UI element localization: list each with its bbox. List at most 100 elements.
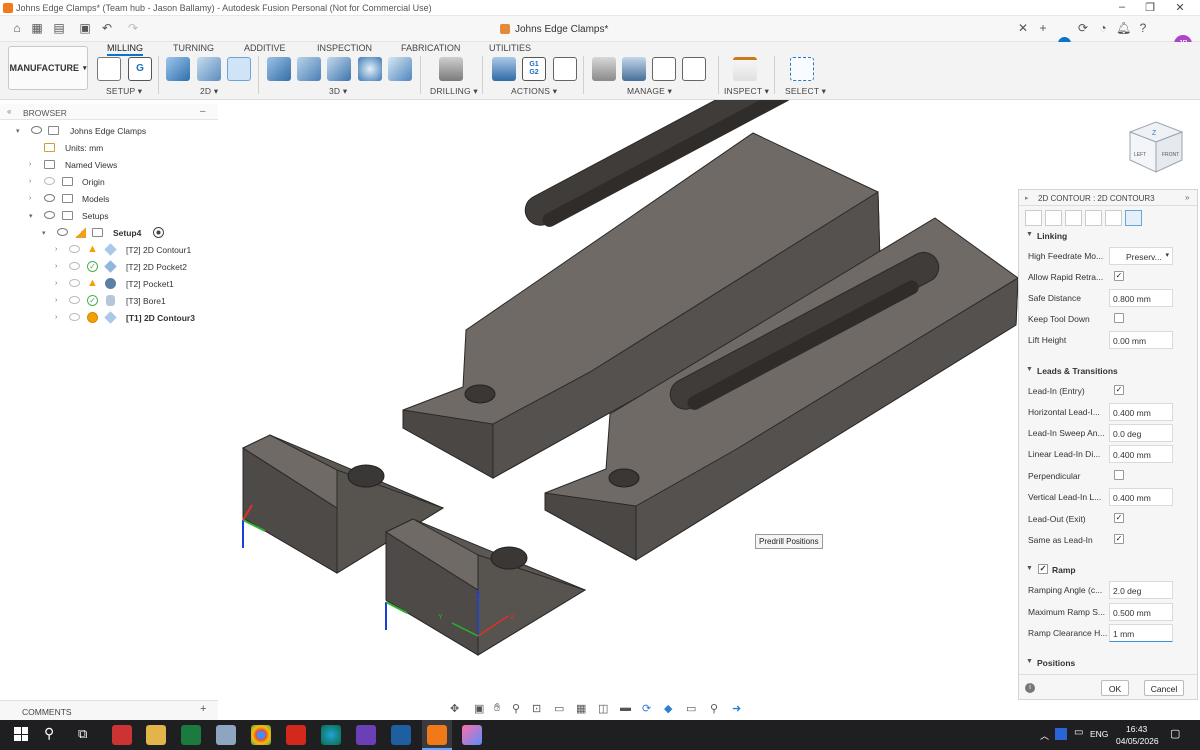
browser-units[interactable]: Units: mm xyxy=(0,140,218,157)
pan-icon[interactable]: ✋︎ xyxy=(494,702,500,715)
expand-arrow-icon[interactable]: ▾ xyxy=(16,127,20,135)
toolpath-display-icon[interactable]: ⟳ xyxy=(642,702,651,715)
visibility-eye-icon[interactable] xyxy=(69,262,80,270)
cancel-button[interactable]: Cancel xyxy=(1144,680,1184,696)
simulate-icon[interactable] xyxy=(492,57,516,81)
vertical-lead-input[interactable]: 0.400 mm xyxy=(1109,488,1173,506)
notifications-icon[interactable]: 🔔︎ xyxy=(1116,21,1131,35)
app-icon[interactable] xyxy=(356,725,376,745)
keep-tool-down-checkbox[interactable] xyxy=(1114,313,1124,323)
drill-icon[interactable] xyxy=(439,57,463,81)
ramp-clearance-input[interactable]: 1 mm xyxy=(1109,624,1173,642)
network-icon[interactable]: ▭ xyxy=(1074,727,1083,738)
setup-sheet-icon[interactable] xyxy=(553,57,577,81)
3d-contour-icon[interactable] xyxy=(388,57,412,81)
sweep-angle-input[interactable]: 0.0 deg xyxy=(1109,424,1173,442)
section-positions[interactable]: ▼ Positions xyxy=(1019,653,1199,673)
group-3d[interactable]: 3D ▾ xyxy=(329,86,347,97)
task-view-icon[interactable]: ⧉ xyxy=(78,726,87,742)
group-setup[interactable]: SETUP ▾ xyxy=(106,86,142,97)
expand-arrow-icon[interactable]: › xyxy=(55,280,57,287)
spreadsheet-app-icon[interactable] xyxy=(181,725,201,745)
expand-arrow-icon[interactable]: › xyxy=(29,178,31,185)
group-actions[interactable]: ACTIONS ▾ xyxy=(511,86,557,97)
document-tab[interactable]: Johns Edge Clamps* xyxy=(500,21,608,37)
photos-icon[interactable] xyxy=(216,725,236,745)
3d-scallop-icon[interactable] xyxy=(358,57,382,81)
visibility-eye-icon[interactable] xyxy=(69,245,80,253)
undo-icon[interactable]: ↶ xyxy=(100,21,114,35)
same-as-checkbox[interactable]: ✓ xyxy=(1114,534,1124,544)
browser-origin[interactable]: › Origin xyxy=(0,174,218,191)
ramp-checkbox[interactable]: ✓ xyxy=(1038,564,1048,574)
group-drilling[interactable]: DRILLING ▾ xyxy=(430,86,478,97)
home-icon[interactable]: ⌂ xyxy=(10,21,24,35)
post-tab-icon[interactable] xyxy=(1125,210,1142,226)
horizontal-lead-input[interactable]: 0.400 mm xyxy=(1109,403,1173,421)
edge-icon[interactable] xyxy=(321,725,341,745)
2d-contour-icon[interactable] xyxy=(227,57,251,81)
add-comment-icon[interactable]: + xyxy=(200,703,206,715)
file-explorer-icon[interactable] xyxy=(146,725,166,745)
browser-models[interactable]: › Models xyxy=(0,191,218,208)
linear-lead-input[interactable]: 0.400 mm xyxy=(1109,445,1173,463)
expand-arrow-icon[interactable]: › xyxy=(55,297,57,304)
safe-distance-input[interactable]: 0.800 mm xyxy=(1109,289,1173,307)
help-icon[interactable]: ? xyxy=(1136,21,1150,35)
model-display-icon[interactable]: ◆ xyxy=(664,702,672,715)
2d-adaptive-icon[interactable] xyxy=(166,57,190,81)
visibility-eye-icon[interactable] xyxy=(69,279,80,287)
activate-setup-icon[interactable] xyxy=(153,227,164,238)
visibility-eye-icon[interactable] xyxy=(69,313,80,321)
op-2d-contour3[interactable]: › [T1] 2D Contour3 xyxy=(0,310,218,327)
display-settings-icon[interactable]: ▭ xyxy=(554,702,564,715)
browser-minimize-icon[interactable]: – xyxy=(200,106,206,117)
machine-display-icon[interactable]: ➜ xyxy=(732,702,741,715)
allow-rapid-checkbox[interactable]: ✓ xyxy=(1114,271,1124,281)
viewports-icon[interactable]: ◫ xyxy=(598,702,608,715)
visibility-eye-icon[interactable] xyxy=(44,177,55,185)
op-2d-pocket2[interactable]: › ✓ [T2] 2D Pocket2 xyxy=(0,259,218,276)
save-icon[interactable]: ▣ xyxy=(78,21,92,35)
file-menu-icon[interactable]: ▤ xyxy=(52,21,66,35)
expand-arrow-icon[interactable]: ▾ xyxy=(42,229,46,237)
section-linking[interactable]: ▼ Linking xyxy=(1019,226,1199,246)
app-icon-2[interactable] xyxy=(462,725,482,745)
orbit-icon[interactable]: ✥ xyxy=(450,702,459,715)
word-tray-icon[interactable] xyxy=(1055,728,1067,740)
lead-out-checkbox[interactable]: ✓ xyxy=(1114,513,1124,523)
visibility-eye-icon[interactable] xyxy=(31,126,42,134)
group-select[interactable]: SELECT ▾ xyxy=(785,86,826,97)
grid-settings-icon[interactable]: ▦ xyxy=(576,702,586,715)
expand-arrow-icon[interactable]: › xyxy=(55,314,57,321)
close-icon[interactable]: ✕ xyxy=(1170,1,1190,14)
tray-chevron-icon[interactable]: ︿ xyxy=(1040,729,1049,742)
tab-inspection[interactable]: INSPECTION xyxy=(317,43,372,53)
workspace-switcher[interactable]: MANUFACTURE ▾ xyxy=(8,46,88,90)
minimize-icon[interactable]: – xyxy=(1112,1,1132,13)
language-indicator[interactable]: ENG xyxy=(1090,729,1108,739)
tab-additive[interactable]: ADDITIVE xyxy=(244,43,286,53)
group-inspect[interactable]: INSPECT ▾ xyxy=(724,86,769,97)
start-icon[interactable] xyxy=(14,727,28,741)
section-leads[interactable]: ▼ Leads & Transitions xyxy=(1019,361,1199,381)
linking-tab-icon[interactable] xyxy=(1105,210,1122,226)
2d-pocket-icon[interactable] xyxy=(197,57,221,81)
visibility-eye-icon[interactable] xyxy=(44,211,55,219)
fit-icon[interactable]: ⊡ xyxy=(532,702,541,715)
expand-arrow-icon[interactable]: ▾ xyxy=(29,212,33,220)
post-library-icon[interactable] xyxy=(652,57,676,81)
extensions-icon[interactable]: ⟳ xyxy=(1076,21,1090,35)
search-icon[interactable]: ⚲ xyxy=(44,725,54,742)
look-at-icon[interactable]: ▣ xyxy=(474,702,484,715)
section-ramp[interactable]: ▼ ✓ Ramp xyxy=(1019,560,1199,580)
max-ramp-input[interactable]: 0.500 mm xyxy=(1109,603,1173,621)
view-cube[interactable]: Z LEFT FRONT xyxy=(1124,118,1188,176)
tool-library-icon[interactable] xyxy=(592,57,616,81)
3d-pocket-icon[interactable] xyxy=(297,57,321,81)
visibility-eye-icon[interactable] xyxy=(57,228,68,236)
geometry-tab-icon[interactable] xyxy=(1045,210,1062,226)
acrobat-icon[interactable] xyxy=(286,725,306,745)
ok-button[interactable]: OK xyxy=(1101,680,1129,696)
browser-root[interactable]: ▾ Johns Edge Clamps xyxy=(0,123,218,140)
